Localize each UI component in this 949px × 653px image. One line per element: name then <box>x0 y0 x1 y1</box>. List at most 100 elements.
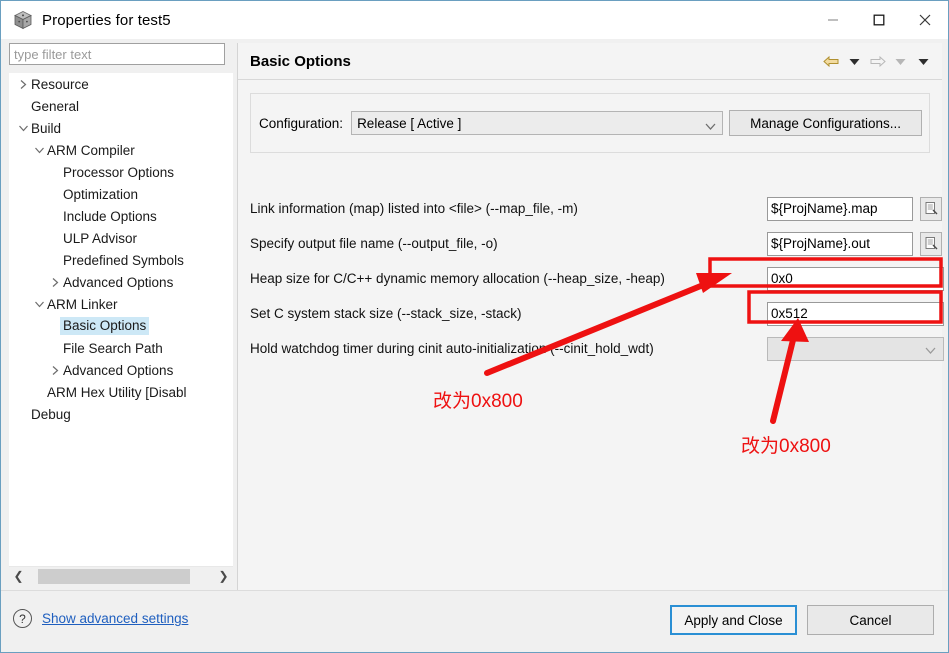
configuration-label: Configuration: <box>259 116 343 131</box>
variables-browse-button[interactable] <box>920 232 942 256</box>
page-title: Basic Options <box>250 53 351 70</box>
tree-indent-spacer <box>17 95 30 117</box>
option-row: Specify output file name (--output_file,… <box>238 226 943 261</box>
configuration-select[interactable]: Release [ Active ] <box>351 111 723 135</box>
tree-item-label: ARM Compiler <box>46 143 135 158</box>
dialog-footer: ? Show advanced settings Apply and Close… <box>1 590 948 652</box>
tree-item-build[interactable]: Build <box>9 117 233 139</box>
option-row: Heap size for C/C++ dynamic memory alloc… <box>238 261 943 296</box>
option-row: Link information (map) listed into <file… <box>238 191 943 226</box>
scrollbar-track[interactable] <box>28 567 214 586</box>
properties-dialog: Properties for test5 Resource General Buil… <box>0 0 949 653</box>
panel-navigation <box>821 43 934 80</box>
option-text-input[interactable] <box>767 267 944 291</box>
tree-item-label: Debug <box>30 407 71 422</box>
configuration-group: Configuration: Release [ Active ] Manage… <box>250 93 930 153</box>
chevron-right-icon[interactable] <box>17 73 30 95</box>
option-label: Specify output file name (--output_file,… <box>250 236 498 251</box>
option-label: Hold watchdog timer during cinit auto-in… <box>250 341 654 356</box>
tree-horizontal-scrollbar[interactable]: ❮ ❯ <box>9 566 233 585</box>
tree-indent-spacer <box>49 337 62 359</box>
scrollbar-thumb[interactable] <box>38 569 190 584</box>
help-area: ? Show advanced settings <box>13 609 188 628</box>
option-label: Link information (map) listed into <file… <box>250 201 578 216</box>
tree-indent-spacer <box>49 161 62 183</box>
option-row: Hold watchdog timer during cinit auto-in… <box>238 331 943 366</box>
apply-and-close-button[interactable]: Apply and Close <box>670 605 797 635</box>
tree-item-label: Basic Options <box>60 317 149 335</box>
back-arrow-icon[interactable] <box>821 51 842 73</box>
scroll-right-arrow-icon[interactable]: ❯ <box>214 567 233 586</box>
tree-item-file-search-path[interactable]: File Search Path <box>9 337 233 359</box>
variables-browse-button[interactable] <box>920 197 942 221</box>
tree-item-arm-linker[interactable]: ARM Linker <box>9 293 233 315</box>
tree-item-label: Optimization <box>62 187 138 202</box>
settings-tree[interactable]: Resource General Build ARM Compiler Processo… <box>9 73 233 573</box>
tree-indent-spacer <box>49 205 62 227</box>
close-button[interactable] <box>902 1 948 38</box>
tree-indent-spacer <box>49 183 62 205</box>
chevron-down-icon[interactable] <box>33 139 46 161</box>
tree-item-label: ARM Linker <box>46 297 118 312</box>
tree-item-arm-compiler[interactable]: ARM Compiler <box>9 139 233 161</box>
option-text-input[interactable] <box>767 197 913 221</box>
option-label: Set C system stack size (--stack_size, -… <box>250 306 522 321</box>
chevron-down-icon <box>705 118 716 133</box>
tree-item-debug[interactable]: Debug <box>9 403 233 425</box>
cancel-button[interactable]: Cancel <box>807 605 934 635</box>
question-mark-icon[interactable]: ? <box>13 609 32 628</box>
filter-input[interactable] <box>9 43 225 65</box>
navigation-panel: Resource General Build ARM Compiler Processo… <box>9 43 233 589</box>
more-menu-chevron-down-icon[interactable] <box>913 51 934 73</box>
content-panel: Basic Options <box>237 43 942 591</box>
back-menu-chevron-down-icon[interactable] <box>844 51 865 73</box>
forward-arrow-icon <box>867 51 888 73</box>
tree-item-label: ARM Hex Utility [Disabl <box>46 385 187 400</box>
chevron-right-icon[interactable] <box>49 271 62 293</box>
configuration-row: Configuration: Release [ Active ] Manage… <box>259 110 922 136</box>
tree-item-predefined-symbols[interactable]: Predefined Symbols <box>9 249 233 271</box>
tree-item-label: Advanced Options <box>62 275 173 290</box>
tree-item-advanced-options[interactable]: Advanced Options <box>9 359 233 381</box>
maximize-button[interactable] <box>856 1 902 38</box>
tree-item-general[interactable]: General <box>9 95 233 117</box>
tree-item-arm-hex-utility-disabl[interactable]: ARM Hex Utility [Disabl <box>9 381 233 403</box>
title-bar: Properties for test5 <box>1 1 948 39</box>
chevron-down-icon[interactable] <box>33 293 46 315</box>
chevron-down-icon <box>925 342 936 357</box>
forward-menu-chevron-down-icon <box>890 51 911 73</box>
cube-icon <box>13 10 33 30</box>
option-select[interactable] <box>767 337 944 361</box>
tree-item-include-options[interactable]: Include Options <box>9 205 233 227</box>
tree-indent-spacer <box>17 403 30 425</box>
manage-configurations-button[interactable]: Manage Configurations... <box>729 110 922 136</box>
tree-item-label: Predefined Symbols <box>62 253 184 268</box>
window-title: Properties for test5 <box>42 12 171 29</box>
tree-item-label: Resource <box>30 77 89 92</box>
tree-indent-spacer <box>49 227 62 249</box>
show-advanced-settings-link[interactable]: Show advanced settings <box>42 611 188 626</box>
option-text-input[interactable] <box>767 302 944 326</box>
tree-indent-spacer <box>33 381 46 403</box>
tree-item-label: ULP Advisor <box>62 231 137 246</box>
tree-indent-spacer <box>49 249 62 271</box>
tree-item-label: Advanced Options <box>62 363 173 378</box>
tree-item-label: File Search Path <box>62 341 163 356</box>
scroll-left-arrow-icon[interactable]: ❮ <box>9 567 28 586</box>
tree-item-basic-options[interactable]: Basic Options <box>9 315 233 337</box>
option-row: Set C system stack size (--stack_size, -… <box>238 296 943 331</box>
tree-item-advanced-options[interactable]: Advanced Options <box>9 271 233 293</box>
tree-item-label: Build <box>30 121 61 136</box>
tree-item-label: Processor Options <box>62 165 174 180</box>
chevron-down-icon[interactable] <box>17 117 30 139</box>
tree-item-label: Include Options <box>62 209 157 224</box>
tree-item-ulp-advisor[interactable]: ULP Advisor <box>9 227 233 249</box>
linker-options-list: Link information (map) listed into <file… <box>238 191 943 366</box>
tree-item-label: General <box>30 99 79 114</box>
minimize-button[interactable] <box>810 1 856 38</box>
tree-item-optimization[interactable]: Optimization <box>9 183 233 205</box>
option-text-input[interactable] <box>767 232 913 256</box>
chevron-right-icon[interactable] <box>49 359 62 381</box>
tree-item-processor-options[interactable]: Processor Options <box>9 161 233 183</box>
tree-item-resource[interactable]: Resource <box>9 73 233 95</box>
